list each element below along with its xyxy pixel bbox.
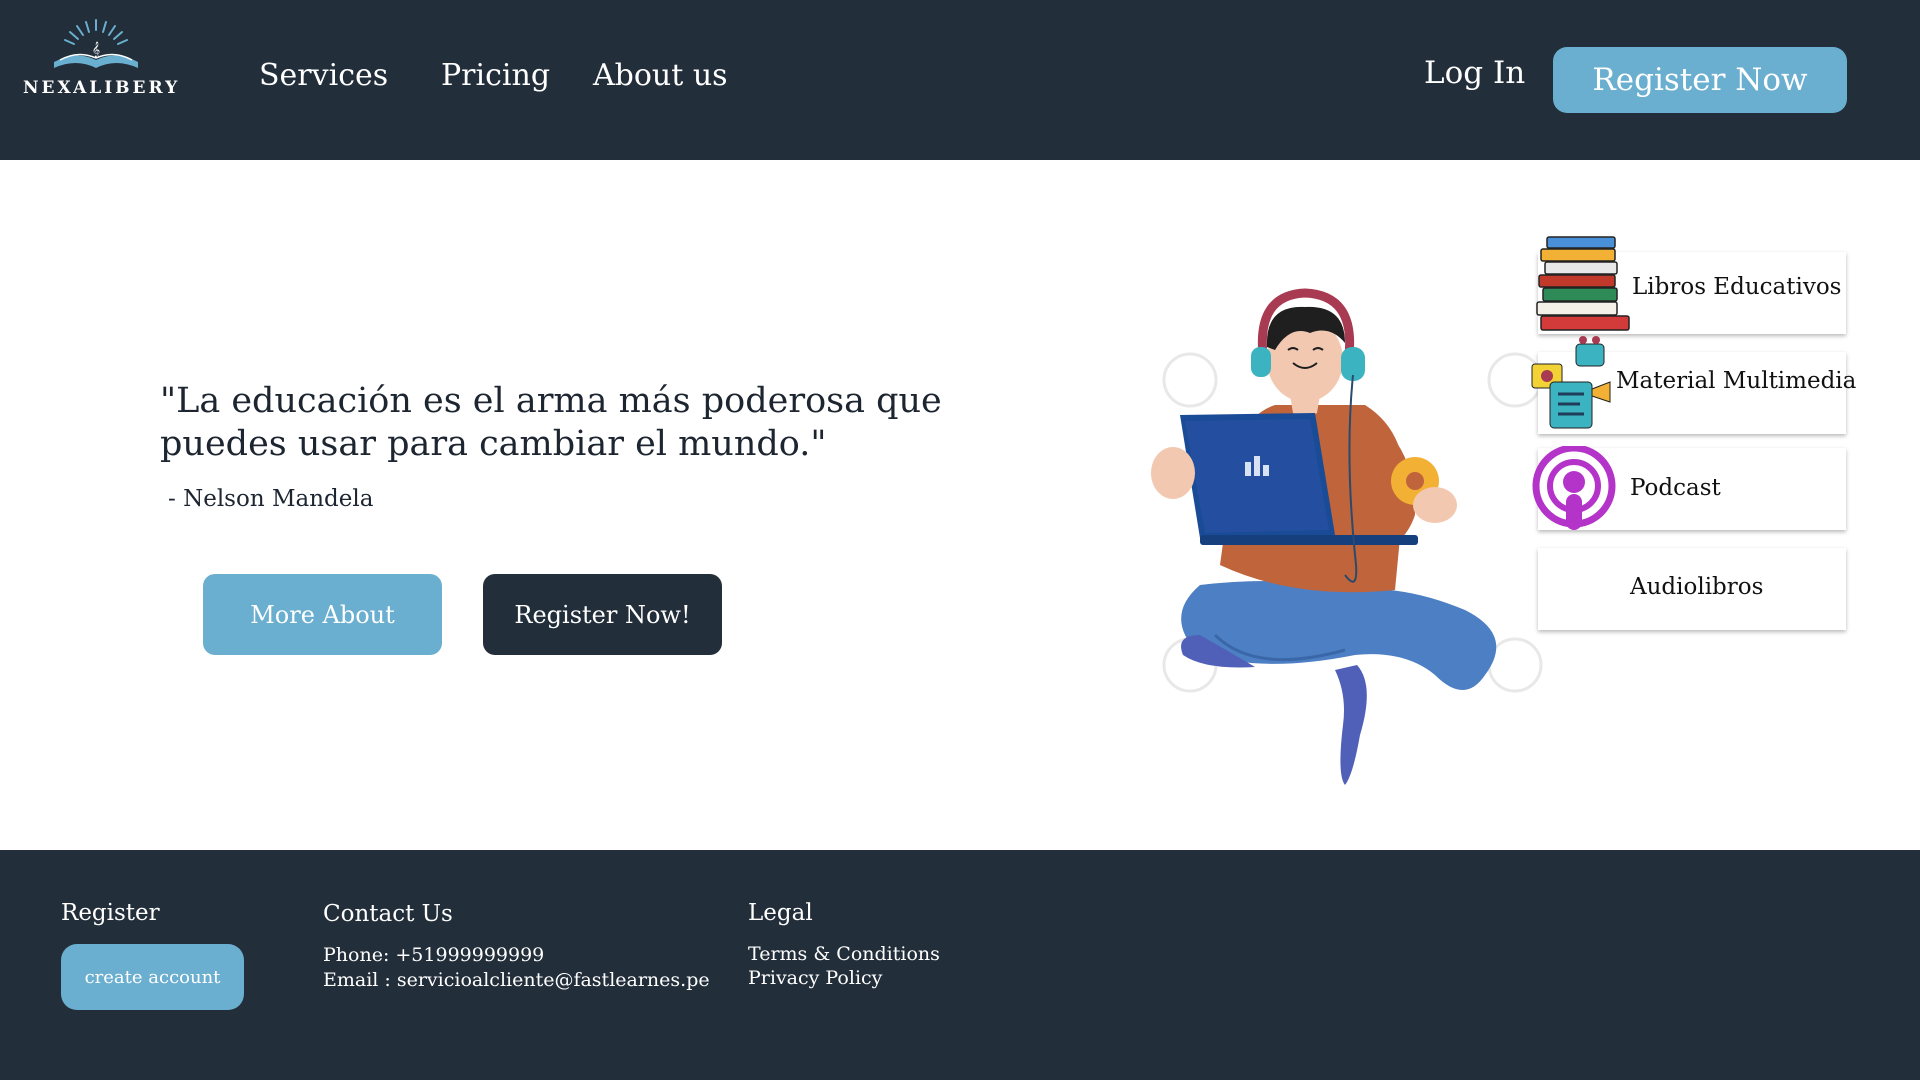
hero-quote-line-1: "La educación es el arma más poderosa qu… — [160, 381, 942, 421]
category-label: Audiolibros — [1630, 574, 1764, 600]
category-card-podcast[interactable]: Podcast — [1532, 446, 1846, 530]
brand-logo[interactable]: 𝄞 NEXALIBERY — [18, 16, 178, 106]
open-book-logo-icon: 𝄞 — [54, 19, 138, 68]
nav-about-us[interactable]: About us — [593, 58, 728, 93]
login-link[interactable]: Log In — [1424, 55, 1525, 91]
more-about-button[interactable]: More About — [203, 574, 442, 655]
nav-pricing[interactable]: Pricing — [441, 58, 550, 93]
hero-quote-line-2: puedes usar para cambiar el mundo." — [160, 424, 827, 464]
books-stack-icon — [1536, 236, 1630, 331]
create-account-button[interactable]: create account — [61, 944, 244, 1010]
footer-legal-heading: Legal — [748, 900, 813, 926]
category-label: Podcast — [1630, 475, 1721, 501]
category-label: Libros Educativos — [1632, 274, 1842, 300]
site-footer: Register create account Contact Us Phone… — [0, 850, 1920, 1080]
register-now-button[interactable]: Register Now — [1553, 47, 1847, 113]
top-navbar: 𝄞 NEXALIBERY Services Pricing About us L… — [0, 0, 1920, 160]
footer-register-heading: Register — [61, 900, 160, 926]
category-card-libros[interactable]: Libros Educativos — [1536, 236, 1846, 334]
category-label: Material Multimedia — [1616, 368, 1857, 394]
hero-register-button[interactable]: Register Now! — [483, 574, 722, 655]
hero-quote: "La educación es el arma más poderosa qu… — [160, 380, 960, 466]
quote-author: - Nelson Mandela — [168, 486, 374, 512]
nav-services[interactable]: Services — [259, 58, 388, 93]
category-card-multimedia[interactable]: Material Multimedia — [1531, 336, 1856, 434]
footer-privacy-link[interactable]: Privacy Policy — [748, 967, 882, 989]
brand-name: NEXALIBERY — [23, 78, 181, 98]
footer-email[interactable]: Email : servicioalcliente@fastlearnes.pe — [323, 969, 710, 991]
footer-contact-heading: Contact Us — [323, 901, 453, 927]
footer-phone: Phone: +51999999999 — [323, 944, 545, 966]
category-card-audiolibros[interactable]: Audiolibros — [1538, 548, 1846, 630]
multimedia-icon — [1531, 336, 1611, 429]
footer-terms-link[interactable]: Terms & Conditions — [748, 943, 940, 965]
svg-text:𝄞: 𝄞 — [92, 42, 100, 58]
podcast-icon — [1532, 446, 1616, 530]
